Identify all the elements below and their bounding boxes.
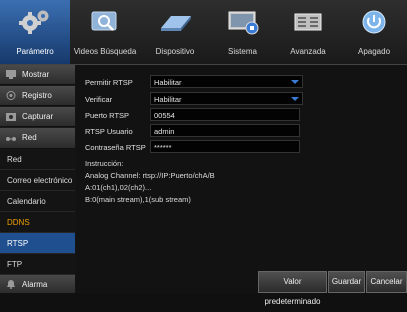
tab-dispositivo[interactable]: Dispositivo (140, 0, 210, 64)
verificar-label: Verificar (85, 95, 113, 104)
save-button[interactable]: Guardar (328, 271, 365, 293)
instruction-title: Instrucción: (85, 159, 124, 168)
tab-parametro[interactable]: Parámetro (0, 0, 70, 64)
chevron-down-icon (291, 97, 299, 101)
subnav-ddns[interactable]: DDNS (0, 212, 75, 233)
subnav-rtsp[interactable]: RTSP (0, 233, 75, 254)
advanced-panel-icon (294, 13, 322, 31)
sidebar-item-red[interactable]: Red (0, 128, 75, 149)
record-icon (6, 91, 16, 100)
sidebar-item-registro-label: Registro (22, 91, 52, 100)
display-icon (6, 70, 16, 79)
system-monitor-icon (228, 11, 258, 35)
subnav-correo-label: Correo electrónico (7, 176, 73, 185)
tab-sistema-label: Sistema (228, 47, 257, 56)
subnav-red[interactable]: Red (0, 149, 75, 170)
contrasena-rtsp-value: ****** (154, 143, 172, 152)
rtsp-usuario-input[interactable]: admin (150, 124, 300, 137)
tab-sistema[interactable]: Sistema (210, 0, 275, 64)
rtsp-settings-panel: Permitir RTSP Habilitar Verificar Habili… (76, 65, 407, 293)
settings-window: Parámetro Videos Búsqueda Dispositivo Si… (0, 0, 407, 306)
sidebar: Mostrar Registro Capturar Red Red Correo… (0, 65, 75, 294)
tab-videos-busqueda[interactable]: Videos Búsqueda (70, 0, 140, 64)
tab-avanzada-label: Avanzada (290, 47, 326, 56)
subnav-ftp[interactable]: FTP (0, 254, 75, 275)
sidebar-item-red-label: Red (22, 133, 37, 142)
contrasena-rtsp-input[interactable]: ****** (150, 140, 300, 153)
subnav-calendario[interactable]: Calendario (0, 191, 75, 212)
chevron-down-icon (291, 80, 299, 84)
rtsp-usuario-label: RTSP Usuario (85, 127, 133, 136)
sidebar-item-alarma-label: Alarma (22, 280, 48, 289)
power-icon (362, 10, 386, 34)
sidebar-item-capturar[interactable]: Capturar (0, 107, 75, 127)
subnav-red-label: Red (7, 155, 22, 164)
sidebar-item-mostrar[interactable]: Mostrar (0, 65, 75, 85)
permitir-rtsp-value: Habilitar (154, 78, 182, 87)
verificar-value: Habilitar (154, 95, 182, 104)
tab-dispositivo-label: Dispositivo (155, 47, 195, 56)
network-icon (6, 137, 16, 141)
rtsp-usuario-value: admin (154, 127, 175, 136)
instruction-line-3: B:0(main stream),1(sub stream) (85, 195, 191, 204)
tab-apagado-label: Apagado (357, 47, 391, 56)
tab-avanzada[interactable]: Avanzada (275, 0, 341, 64)
subnav-correo-electronico[interactable]: Correo electrónico (0, 170, 75, 191)
alarm-icon (7, 280, 15, 289)
instruction-line-1: Analog Channel: rtsp://IP:Puerto/chA/B (85, 171, 215, 180)
subnav-ddns-label: DDNS (7, 218, 30, 227)
sidebar-item-registro[interactable]: Registro (0, 86, 75, 106)
puerto-rtsp-label: Puerto RTSP (85, 111, 130, 120)
video-search-icon (91, 11, 117, 31)
contrasena-rtsp-label: Contraseña RTSP (85, 143, 146, 152)
instruction-line-2: A:01(ch1),02(ch2)... (85, 183, 152, 192)
tab-parametro-label: Parámetro (16, 47, 54, 56)
subnav-ftp-label: FTP (7, 260, 23, 269)
sidebar-item-alarma[interactable]: Alarma (0, 275, 75, 294)
subnav-rtsp-label: RTSP (7, 239, 29, 248)
puerto-rtsp-input[interactable]: 00554 (150, 108, 300, 121)
sidebar-item-capturar-label: Capturar (22, 112, 54, 121)
subnav-calendario-label: Calendario (7, 197, 46, 206)
main-toolbar: Parámetro Videos Búsqueda Dispositivo Si… (0, 0, 407, 65)
default-values-button[interactable]: Valor predeterminado (258, 271, 327, 306)
capture-icon (6, 113, 16, 121)
verificar-select[interactable]: Habilitar (150, 92, 303, 105)
permitir-rtsp-select[interactable]: Habilitar (150, 75, 303, 88)
cancel-button[interactable]: Cancelar (366, 271, 407, 293)
sidebar-item-mostrar-label: Mostrar (22, 70, 50, 79)
tab-videos-busqueda-label: Videos Búsqueda (73, 47, 137, 56)
hard-drive-icon (161, 16, 191, 31)
puerto-rtsp-value: 00554 (154, 111, 175, 120)
permitir-rtsp-label: Permitir RTSP (85, 78, 133, 87)
tab-apagado[interactable]: Apagado (341, 0, 407, 64)
gears-icon (19, 10, 49, 34)
